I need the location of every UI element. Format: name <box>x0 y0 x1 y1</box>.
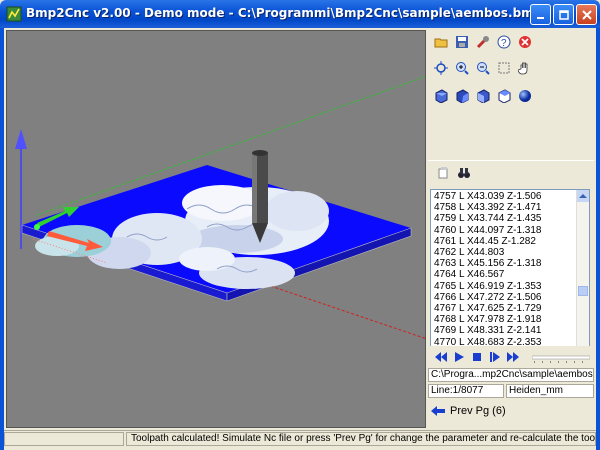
z-axis-arrowhead <box>15 129 27 149</box>
tools-icon[interactable] <box>474 33 492 51</box>
rewind-start-icon[interactable] <box>434 350 448 364</box>
nc-code-line[interactable]: 4757 L X43.039 Z-1.506 <box>434 191 542 202</box>
status-bar: Toolpath calculated! Simulate Nc file or… <box>4 430 596 447</box>
open-folder-icon[interactable] <box>432 33 450 51</box>
pan-hand-icon[interactable] <box>516 59 534 77</box>
maximize-icon <box>558 9 569 20</box>
right-panel-spacer <box>428 136 594 160</box>
title-bar[interactable]: Bmp2Cnc v2.00 - Demo mode - C:\Programmi… <box>0 0 600 28</box>
toolpath-3d-scene <box>15 76 425 339</box>
center-view-icon[interactable] <box>432 59 450 77</box>
nc-code-panel: 4757 L X43.039 Z-1.506 4758 L X43.392 Z-1… <box>428 160 594 377</box>
fast-forward-end-icon[interactable] <box>506 350 520 364</box>
zoom-window-icon[interactable] <box>495 59 513 77</box>
nc-code-line[interactable]: 4764 L X46.567 <box>434 269 542 280</box>
binoculars-icon[interactable] <box>455 164 473 182</box>
nc-code-line[interactable]: 4765 L X46.919 Z-1.353 <box>434 281 542 292</box>
line-counter: Line:1/8077 <box>428 384 504 398</box>
nc-code-line[interactable]: 4762 L X44.803 <box>434 247 542 258</box>
nc-code-line[interactable]: 4760 L X44.097 Z-1.318 <box>434 225 542 236</box>
scroll-up-arrow-icon[interactable] <box>577 190 589 202</box>
zoom-out-icon[interactable] <box>474 59 492 77</box>
machine-format: Heiden_mm <box>506 384 594 398</box>
toolbar-file: ? <box>428 30 594 54</box>
prev-page-button[interactable]: Prev Pg (6) <box>430 402 510 420</box>
view-iso-cube-icon[interactable] <box>495 87 513 105</box>
nc-code-line[interactable]: 4758 L X43.392 Z-1.471 <box>434 202 542 213</box>
save-icon[interactable] <box>453 33 471 51</box>
stop-square-icon[interactable] <box>470 350 484 364</box>
app-icon <box>6 6 22 22</box>
arrow-left-icon <box>431 406 445 416</box>
simulation-player <box>428 346 594 368</box>
prev-page-label: Prev Pg (6) <box>450 405 506 417</box>
close-icon <box>581 9 592 20</box>
origin-marker <box>34 224 40 230</box>
maximize-button[interactable] <box>553 4 574 25</box>
svg-text:?: ? <box>501 38 507 49</box>
nc-code-line[interactable]: 4769 L X48.331 Z-2.141 <box>434 325 542 336</box>
speed-slider[interactable] <box>532 351 590 363</box>
window-frame-right <box>596 28 600 450</box>
step-forward-icon[interactable] <box>488 350 502 364</box>
nc-code-tools <box>428 161 594 185</box>
nc-code-line[interactable]: 4763 L X45.156 Z-1.318 <box>434 258 542 269</box>
nc-file-path: C:\Progra...mp2Cnc\sample\aembos.hnc <box>428 368 594 382</box>
help-icon[interactable]: ? <box>495 33 513 51</box>
toolpath-3d-viewport[interactable] <box>6 30 426 428</box>
status-cell-empty <box>4 432 124 446</box>
stop-icon[interactable] <box>516 33 534 51</box>
play-icon[interactable] <box>452 350 466 364</box>
scroll-thumb[interactable] <box>578 286 588 296</box>
copy-icon[interactable] <box>434 164 452 182</box>
nc-code-line[interactable]: 4761 L X44.45 Z-1.282 <box>434 236 542 247</box>
view-top-cube-icon[interactable] <box>474 87 492 105</box>
nc-code-line[interactable]: 4759 L X43.744 Z-1.435 <box>434 213 542 224</box>
minimize-button[interactable] <box>530 4 551 25</box>
window-frame-left <box>0 28 4 450</box>
x-axis-line <box>246 277 425 339</box>
toolbar-cube-views <box>428 82 594 110</box>
nc-code-line[interactable]: 4767 L X47.625 Z-1.729 <box>434 303 542 314</box>
view-side-cube-icon[interactable] <box>453 87 471 105</box>
nc-code-line[interactable]: 4766 L X47.272 Z-1.506 <box>434 292 542 303</box>
window-title: Bmp2Cnc v2.00 - Demo mode - C:\Programmi… <box>26 6 543 20</box>
sphere-render-icon[interactable] <box>516 87 534 105</box>
info-row: Line:1/8077 Heiden_mm <box>428 384 594 398</box>
view-front-cube-icon[interactable] <box>432 87 450 105</box>
close-button[interactable] <box>576 4 597 25</box>
zoom-in-icon[interactable] <box>453 59 471 77</box>
toolbar-view <box>428 56 594 80</box>
nc-code-line[interactable]: 4768 L X47.978 Z-1.918 <box>434 314 542 325</box>
status-message: Toolpath calculated! Simulate Nc file or… <box>126 432 596 446</box>
minimize-icon <box>536 16 544 19</box>
